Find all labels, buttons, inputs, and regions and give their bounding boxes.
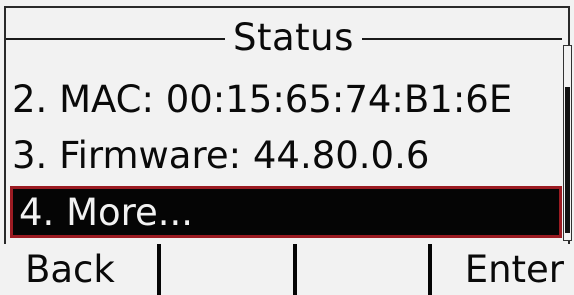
softkey-bar: Back Enter [0, 244, 574, 295]
softkey-2[interactable] [160, 244, 293, 295]
scrollbar[interactable] [563, 45, 572, 241]
screen-title: Status [225, 10, 362, 66]
softkey-3[interactable] [296, 244, 429, 295]
phone-lcd-screen: Status 2. MAC: 00:15:65:74:B1:6E 3. Firm… [0, 0, 574, 295]
status-item-firmware[interactable]: 3. Firmware: 44.80.0.6 [12, 128, 429, 184]
softkey-enter[interactable]: Enter [432, 244, 574, 295]
softkey-back[interactable]: Back [0, 244, 157, 295]
scrollbar-thumb[interactable] [565, 87, 570, 233]
status-item-more-selected[interactable]: 4. More... [10, 186, 562, 238]
status-item-mac[interactable]: 2. MAC: 00:15:65:74:B1:6E [12, 72, 512, 128]
status-item-more-label: 4. More... [19, 191, 194, 234]
